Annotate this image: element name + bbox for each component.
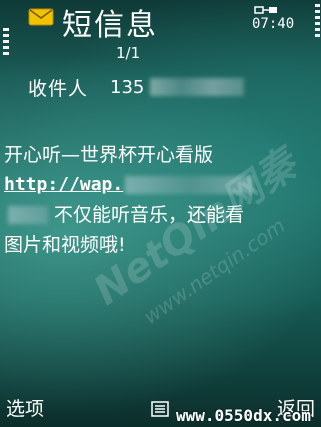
menu-icon[interactable] xyxy=(151,401,169,417)
message-line: 不仅能听音乐，还能看 xyxy=(4,200,316,230)
redacted-text xyxy=(8,206,48,224)
message-link[interactable]: http://wap. xyxy=(4,170,123,200)
envelope-icon xyxy=(28,8,54,26)
recipient-row[interactable]: 收件人 135 xyxy=(28,74,245,100)
status-header: 短信息 1/1 07:40 xyxy=(0,0,321,62)
recipient-label: 收件人 xyxy=(28,77,89,100)
recipient-number: 135 xyxy=(110,76,145,98)
left-scroll-indicator xyxy=(3,28,9,64)
page-title: 短信息 xyxy=(62,8,158,43)
clock: 07:40 xyxy=(252,16,295,32)
message-text: 不仅能听音乐，还能看 xyxy=(54,204,245,226)
message-body: 开心听—世界杯开心看版 http://wap. 不仅能听音乐，还能看 图片和视频… xyxy=(4,140,316,260)
message-line: 图片和视频哦! xyxy=(4,234,126,256)
redacted-link xyxy=(125,176,254,194)
status-right: 07:40 xyxy=(248,2,318,42)
message-view-screen: 短信息 1/1 07:40 收件人 135 开心听—世界杯开心看版 http:/… xyxy=(0,0,321,427)
right-scroll-indicator xyxy=(315,4,320,42)
site-watermark: www.0550dx.com xyxy=(176,406,311,425)
page-indicator: 1/1 xyxy=(116,44,141,62)
message-line: 开心听—世界杯开心看版 xyxy=(4,144,214,166)
options-softkey[interactable]: 选项 xyxy=(6,394,44,421)
message-link-line[interactable]: http://wap. xyxy=(4,170,316,200)
softkey-bar: 选项 返回 www.0550dx.com xyxy=(0,393,321,427)
redacted-number xyxy=(150,78,245,96)
